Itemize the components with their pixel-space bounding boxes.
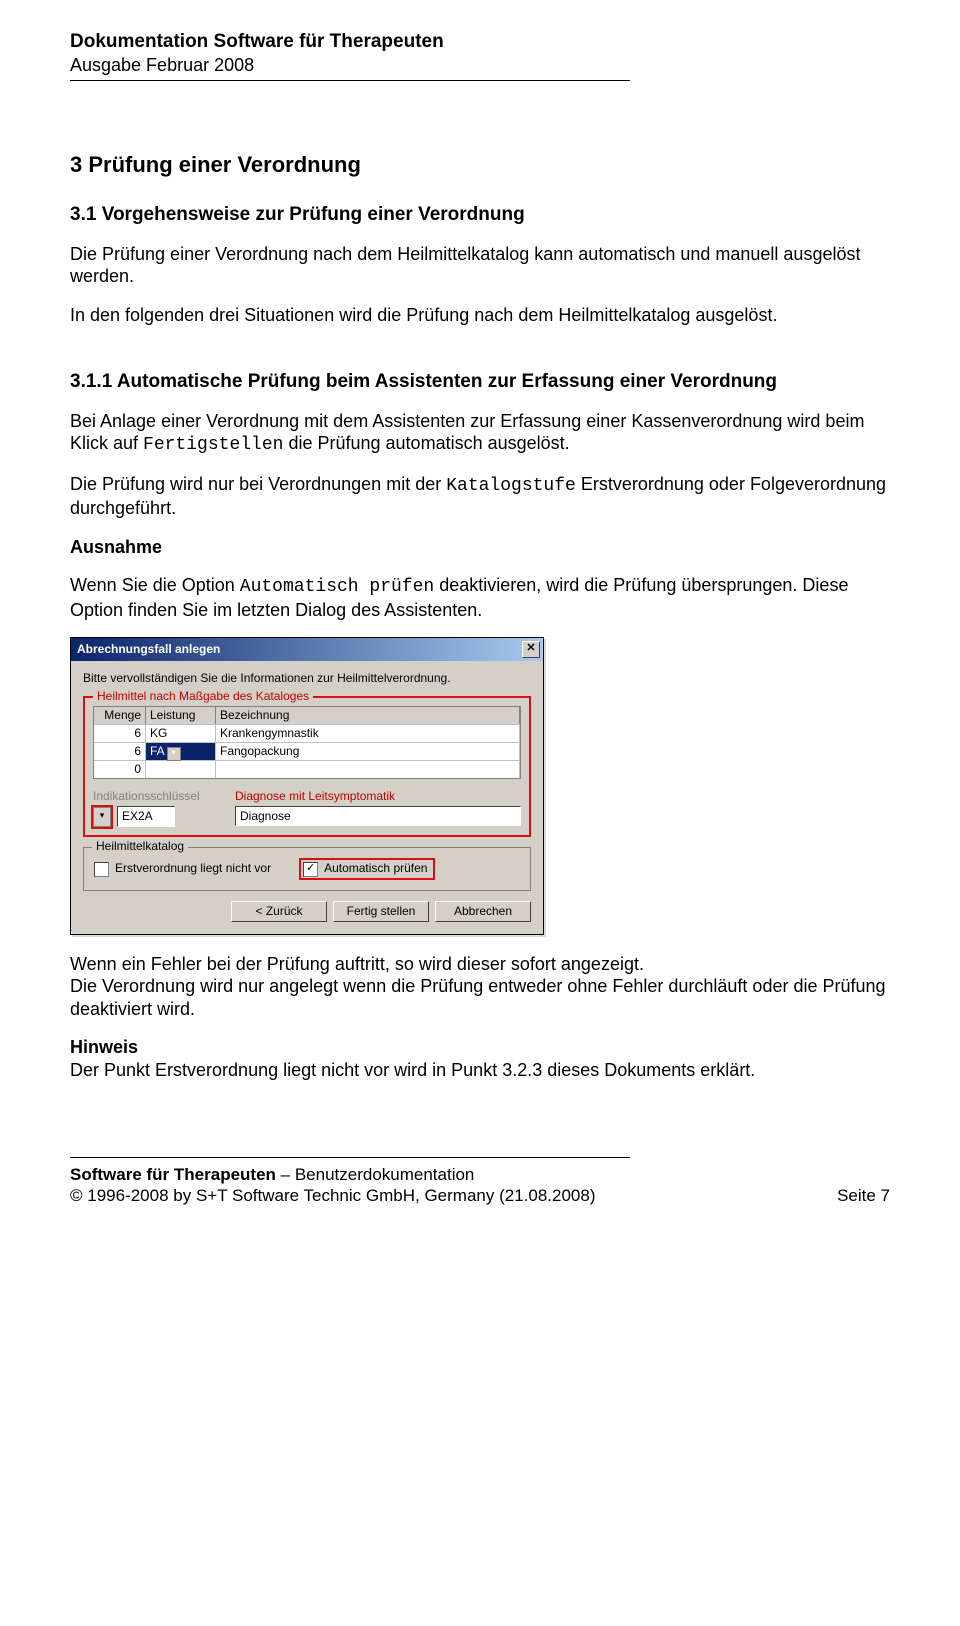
footer-product: Software für Therapeuten xyxy=(70,1165,276,1184)
label-indikation: Indikationsschlüssel xyxy=(93,789,223,804)
doc-footer: Software für Therapeuten – Benutzerdokum… xyxy=(70,1164,890,1207)
finish-button[interactable]: Fertig stellen xyxy=(333,901,429,922)
doc-header: Dokumentation Software für Therapeuten A… xyxy=(70,30,890,81)
code-span: Fertigstellen xyxy=(143,435,283,455)
header-rule xyxy=(70,80,630,81)
paragraph: Wenn ein Fehler bei der Prüfung auftritt… xyxy=(70,953,890,1021)
dialog-body: Bitte vervollständigen Sie die Informati… xyxy=(71,661,543,933)
code-span: Automatisch prüfen xyxy=(240,577,434,597)
dialog-intro: Bitte vervollständigen Sie die Informati… xyxy=(83,671,531,686)
indikation-dropdown-button[interactable]: ▾ xyxy=(93,807,111,827)
table-row[interactable]: 6 KG Krankengymnastik xyxy=(94,725,520,743)
heilmittel-grid[interactable]: Menge Leistung Bezeichnung 6 KG Krankeng… xyxy=(93,706,521,779)
fieldset-heilmittelkatalog: Heilmittelkatalog Erstverordnung liegt n… xyxy=(83,847,531,890)
back-button[interactable]: < Zurück xyxy=(231,901,327,922)
cell-bez[interactable]: Fangopackung xyxy=(216,743,520,760)
section-3-1-1-heading: 3.1.1 Automatische Prüfung beim Assisten… xyxy=(70,370,890,394)
hinweis-block: Hinweis Der Punkt Erstverordnung liegt n… xyxy=(70,1036,890,1081)
ausnahme-heading: Ausnahme xyxy=(70,536,890,559)
paragraph: In den folgenden drei Situationen wird d… xyxy=(70,304,890,327)
cancel-button[interactable]: Abbrechen xyxy=(435,901,531,922)
text: Die Prüfung wird nur bei Verordnungen mi… xyxy=(70,474,446,494)
paragraph: Die Prüfung einer Verordnung nach dem He… xyxy=(70,243,890,288)
cell-menge[interactable]: 6 xyxy=(94,743,146,760)
text: die Prüfung automatisch ausgelöst. xyxy=(283,433,569,453)
checkbox-label: Erstverordnung liegt nicht vor xyxy=(115,861,271,875)
section-3-heading: 3 Prüfung einer Verordnung xyxy=(70,151,890,179)
checkbox-erstverordnung[interactable]: Erstverordnung liegt nicht vor xyxy=(94,861,271,876)
checkbox-label: Automatisch prüfen xyxy=(324,861,427,875)
checkbox-automatisch-pruefen[interactable]: ✓ Automatisch prüfen xyxy=(303,861,427,875)
cell-leistung-selected[interactable]: FA▾ xyxy=(146,743,216,760)
indikation-input[interactable]: EX2A xyxy=(117,806,175,827)
doc-title: Dokumentation Software für Therapeuten xyxy=(70,30,890,54)
cell-menge[interactable]: 0 xyxy=(94,761,146,778)
text: Wenn Sie die Option xyxy=(70,575,240,595)
dialog-window: Abrechnungsfall anlegen ✕ Bitte vervolls… xyxy=(70,637,544,934)
legend: Heilmittel nach Maßgabe des Kataloges xyxy=(93,689,313,704)
paragraph: Wenn Sie die Option Automatisch prüfen d… xyxy=(70,574,890,621)
col-bezeichnung: Bezeichnung xyxy=(216,707,520,724)
text: Wenn ein Fehler bei der Prüfung auftritt… xyxy=(70,954,644,974)
cell-leistung[interactable] xyxy=(146,761,216,778)
table-row[interactable]: 6 FA▾ Fangopackung xyxy=(94,743,520,761)
dropdown-icon[interactable]: ▾ xyxy=(167,747,181,761)
footer-doc-type: – Benutzerdokumentation xyxy=(276,1165,474,1184)
paragraph: Bei Anlage einer Verordnung mit dem Assi… xyxy=(70,410,890,457)
cell-menge[interactable]: 6 xyxy=(94,725,146,742)
footer-rule xyxy=(70,1157,630,1158)
cell-bez[interactable] xyxy=(216,761,520,778)
col-leistung: Leistung xyxy=(146,707,216,724)
dialog-button-row: < Zurück Fertig stellen Abbrechen xyxy=(83,901,531,922)
hinweis-heading: Hinweis xyxy=(70,1037,138,1057)
text: Der Punkt Erstverordnung liegt nicht vor… xyxy=(70,1060,755,1080)
section-3-1-heading: 3.1 Vorgehensweise zur Prüfung einer Ver… xyxy=(70,203,890,227)
checkbox-icon[interactable] xyxy=(94,862,109,877)
fieldset-heilmittel: Heilmittel nach Maßgabe des Kataloges Me… xyxy=(83,696,531,837)
close-icon[interactable]: ✕ xyxy=(522,641,540,658)
cell-bez[interactable]: Krankengymnastik xyxy=(216,725,520,742)
diagnose-input[interactable]: Diagnose xyxy=(235,806,521,826)
table-header-row: Menge Leistung Bezeichnung xyxy=(94,707,520,725)
doc-edition: Ausgabe Februar 2008 xyxy=(70,54,890,77)
paragraph: Die Prüfung wird nur bei Verordnungen mi… xyxy=(70,473,890,520)
screenshot-dialog: Abrechnungsfall anlegen ✕ Bitte vervolls… xyxy=(70,637,890,934)
dialog-title: Abrechnungsfall anlegen xyxy=(77,642,220,657)
footer-copyright: © 1996-2008 by S+T Software Technic GmbH… xyxy=(70,1186,595,1205)
code-span: Katalogstufe xyxy=(446,476,576,496)
legend: Heilmittelkatalog xyxy=(92,839,188,854)
text: Die Verordnung wird nur angelegt wenn di… xyxy=(70,976,886,1019)
table-row[interactable]: 0 xyxy=(94,761,520,778)
label-diagnose: Diagnose mit Leitsymptomatik xyxy=(235,789,521,804)
checkbox-icon[interactable]: ✓ xyxy=(303,862,318,877)
cell-leistung[interactable]: KG xyxy=(146,725,216,742)
page-number: Seite 7 xyxy=(837,1185,890,1206)
dialog-titlebar[interactable]: Abrechnungsfall anlegen ✕ xyxy=(71,638,543,661)
col-menge: Menge xyxy=(94,707,146,724)
